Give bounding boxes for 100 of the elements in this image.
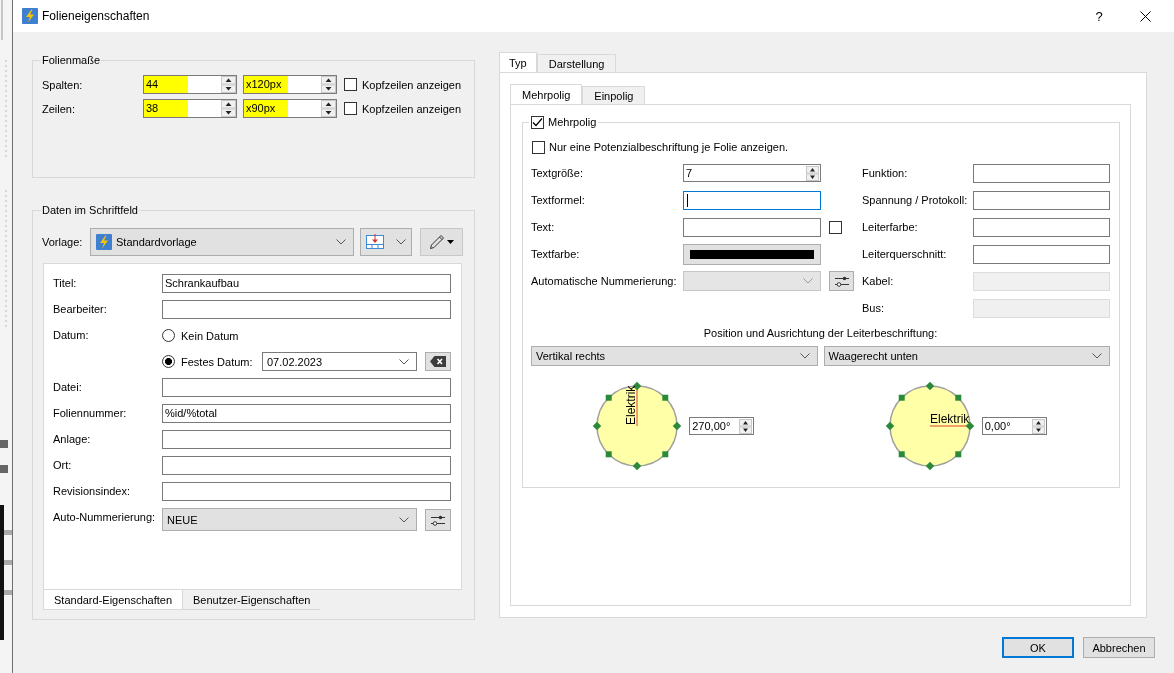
- template-dropdown[interactable]: Standardvorlage: [90, 228, 354, 256]
- table-insert-dropdown[interactable]: [360, 228, 412, 256]
- lightning-icon: [96, 234, 112, 250]
- field-label: Datei:: [53, 380, 83, 395]
- numbering-dropdown[interactable]: NEUE: [162, 508, 417, 531]
- field-label: Ort:: [53, 458, 73, 473]
- checkmark-icon: [532, 116, 543, 128]
- field-label: Vorlage:: [42, 236, 84, 248]
- text-field[interactable]: %id/%total: [162, 404, 451, 423]
- orientation-dropdown[interactable]: Vertikal rechts: [531, 346, 818, 366]
- spin-field[interactable]: 7: [683, 164, 821, 182]
- checkbox-label[interactable]: Mehrpolig: [544, 115, 599, 129]
- stepper-arrows-icon[interactable]: [221, 76, 236, 93]
- field-label: Auto-Nummerierung:: [53, 510, 157, 525]
- backspace-icon: [430, 356, 446, 367]
- orientation-dropdown[interactable]: Waagerecht unten: [823, 346, 1110, 366]
- checkbox[interactable]: [829, 220, 842, 234]
- tab[interactable]: Standard-Eigenschaften: [43, 590, 184, 610]
- section-label: Position und Ausrichtung der Leiterbeschriftung:: [702, 326, 939, 340]
- radio-label[interactable]: Kein Datum: [181, 329, 239, 342]
- checkbox-label[interactable]: Kopfzeilen anzeigen: [362, 78, 462, 91]
- caret-icon: [447, 240, 454, 244]
- radio-button[interactable]: [162, 355, 175, 368]
- dial-label: Elektrik: [929, 412, 970, 426]
- text-cursor: [687, 193, 688, 207]
- text-field[interactable]: [683, 190, 821, 210]
- stepper-arrows-icon[interactable]: [221, 100, 236, 117]
- ok-button[interactable]: OK: [1002, 637, 1074, 658]
- text-field[interactable]: [973, 163, 1110, 183]
- numbering-settings-button[interactable]: [425, 508, 451, 531]
- checkbox[interactable]: [532, 140, 545, 154]
- help-button[interactable]: ?: [1076, 0, 1122, 32]
- text-field[interactable]: [973, 244, 1110, 264]
- text-field[interactable]: [162, 456, 451, 475]
- field-label: Bus:: [862, 302, 885, 314]
- clear-date-button[interactable]: [425, 352, 451, 371]
- close-icon: [1139, 10, 1151, 22]
- field-label: Bearbeiter:: [53, 302, 108, 317]
- field-label: Textformel:: [531, 194, 586, 206]
- text-field[interactable]: [683, 217, 821, 237]
- chevron-down-icon: [336, 239, 346, 245]
- checkbox[interactable]: [344, 78, 357, 91]
- field-label: Text:: [531, 221, 556, 233]
- text-field[interactable]: [162, 482, 451, 501]
- checkbox-label[interactable]: Nur eine Potenzialbeschriftung je Folie anzeigen.: [549, 141, 789, 153]
- field-label: Leiterquerschnitt:: [862, 248, 948, 260]
- lightning-icon: [22, 8, 38, 24]
- text-field[interactable]: [162, 300, 451, 319]
- chevron-down-icon: [399, 358, 409, 365]
- field-label: Textgröße:: [531, 167, 584, 179]
- field-label: Anlage:: [53, 432, 92, 447]
- cancel-button[interactable]: Abbrechen: [1083, 637, 1155, 658]
- stepper-arrows-icon[interactable]: [806, 165, 819, 181]
- text-field[interactable]: Schrankaufbau: [162, 274, 451, 293]
- date-dropdown[interactable]: 07.02.2023: [262, 352, 417, 371]
- edit-menu-button[interactable]: [420, 228, 463, 256]
- chevron-down-icon: [799, 353, 810, 359]
- pencil-icon: [429, 234, 445, 250]
- stepper-arrows-icon[interactable]: [321, 76, 336, 93]
- chevron-down-icon: [396, 239, 406, 245]
- field-label: Funktion:: [862, 167, 909, 179]
- field-label: Titel:: [53, 276, 78, 291]
- field-label: Kabel:: [862, 275, 895, 287]
- spin-field[interactable]: x120px: [243, 75, 337, 94]
- spin-field[interactable]: 270,00°: [689, 417, 755, 435]
- angle-dial[interactable]: [885, 381, 974, 471]
- radio-button[interactable]: [162, 329, 175, 342]
- tab[interactable]: Darstellung: [536, 54, 617, 72]
- chevron-down-icon: [1092, 353, 1102, 359]
- spin-field[interactable]: 0,00°: [981, 417, 1047, 435]
- radio-label[interactable]: Festes Datum:: [181, 355, 253, 368]
- text-field[interactable]: [162, 430, 451, 449]
- text-field[interactable]: [162, 378, 451, 397]
- chevron-down-icon: [399, 516, 409, 523]
- numbering-settings-button[interactable]: [829, 271, 854, 291]
- angle-dial[interactable]: [593, 381, 682, 471]
- stepper-arrows-icon[interactable]: [1031, 418, 1045, 434]
- text-field[interactable]: [973, 217, 1110, 237]
- sliders-icon: [834, 275, 849, 287]
- field-label: Revisionsindex:: [53, 484, 132, 499]
- text-field[interactable]: [973, 190, 1110, 210]
- color-button[interactable]: [683, 243, 821, 265]
- spin-field[interactable]: 44: [143, 75, 237, 94]
- tab[interactable]: Einpolig: [582, 86, 646, 104]
- stepper-arrows-icon[interactable]: [739, 418, 753, 434]
- window-title: Folieneigenschaften: [42, 9, 150, 23]
- field-label: Automatische Nummerierung:: [531, 275, 678, 287]
- tab[interactable]: Typ: [499, 52, 537, 72]
- field-label: Datum:: [53, 328, 90, 343]
- field-label: Foliennummer:: [53, 406, 128, 421]
- field-label: Leiterfarbe:: [862, 221, 919, 233]
- spin-field[interactable]: 38: [143, 99, 237, 118]
- checkbox-label[interactable]: Kopfzeilen anzeigen: [362, 102, 462, 115]
- sliders-icon: [431, 513, 445, 526]
- checkbox[interactable]: [531, 115, 544, 129]
- checkbox[interactable]: [344, 102, 357, 115]
- spin-field[interactable]: x90px: [243, 99, 337, 118]
- field-label: Zeilen:: [42, 102, 77, 115]
- tab[interactable]: Mehrpolig: [510, 84, 583, 104]
- stepper-arrows-icon[interactable]: [321, 100, 336, 117]
